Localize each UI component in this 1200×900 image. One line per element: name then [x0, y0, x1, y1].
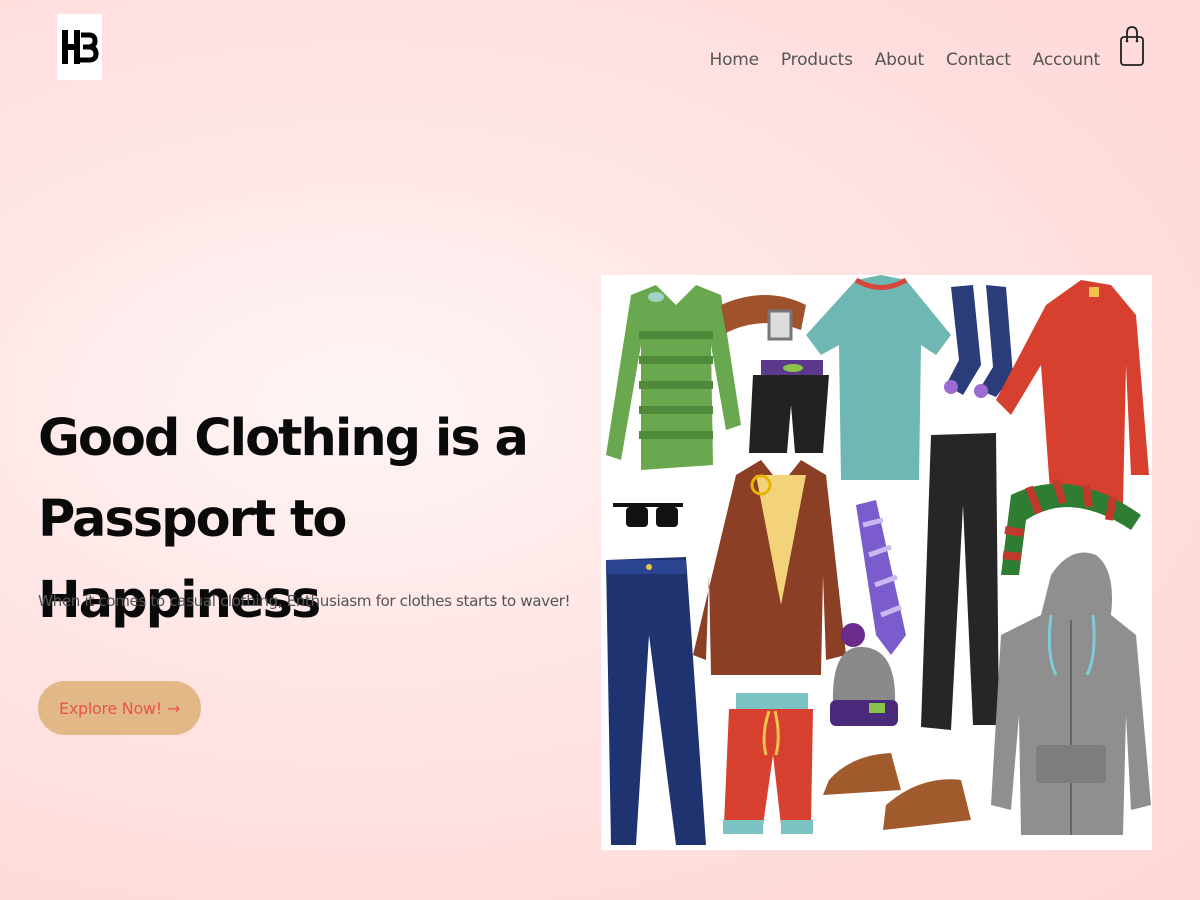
arrow-right-icon: →	[166, 698, 180, 718]
blue-jeans-illustration	[606, 557, 706, 845]
sunglasses-illustration	[613, 503, 683, 527]
nav-contact-link[interactable]: Contact	[946, 50, 1011, 70]
green-sweater-illustration	[606, 285, 741, 470]
hero-subtitle: When it comes to casual clothing, Enthus…	[38, 592, 571, 610]
nav-about-link[interactable]: About	[875, 50, 924, 70]
navy-socks-illustration	[944, 285, 1013, 398]
brown-shoes-illustration	[823, 753, 971, 830]
brown-belt-illustration	[721, 295, 806, 341]
nav-home-link[interactable]: Home	[710, 50, 760, 70]
black-trousers-illustration	[921, 433, 999, 730]
explore-now-label: Explore Now!	[59, 698, 162, 718]
explore-now-button[interactable]: Explore Now! →	[38, 681, 201, 735]
clothing-collage-image	[606, 275, 1151, 845]
hero-clothing-illustration	[601, 275, 1152, 850]
brown-blazer-illustration	[693, 460, 846, 675]
hero-title-line1: Good Clothing is a	[38, 409, 529, 468]
shopping-bag-icon	[1120, 26, 1144, 66]
nav-account-link[interactable]: Account	[1033, 50, 1100, 70]
cart-button[interactable]	[1119, 25, 1145, 69]
nav-products-link[interactable]: Products	[781, 50, 853, 70]
black-shorts-illustration	[749, 360, 829, 453]
grey-hoodie-illustration	[991, 552, 1151, 835]
brand-logo[interactable]	[57, 14, 102, 80]
main-nav: Home Products About Contact Account	[710, 50, 1101, 70]
red-shirt-illustration	[996, 280, 1149, 505]
red-swim-shorts-illustration	[723, 693, 813, 834]
logo-mark-icon	[61, 30, 99, 64]
